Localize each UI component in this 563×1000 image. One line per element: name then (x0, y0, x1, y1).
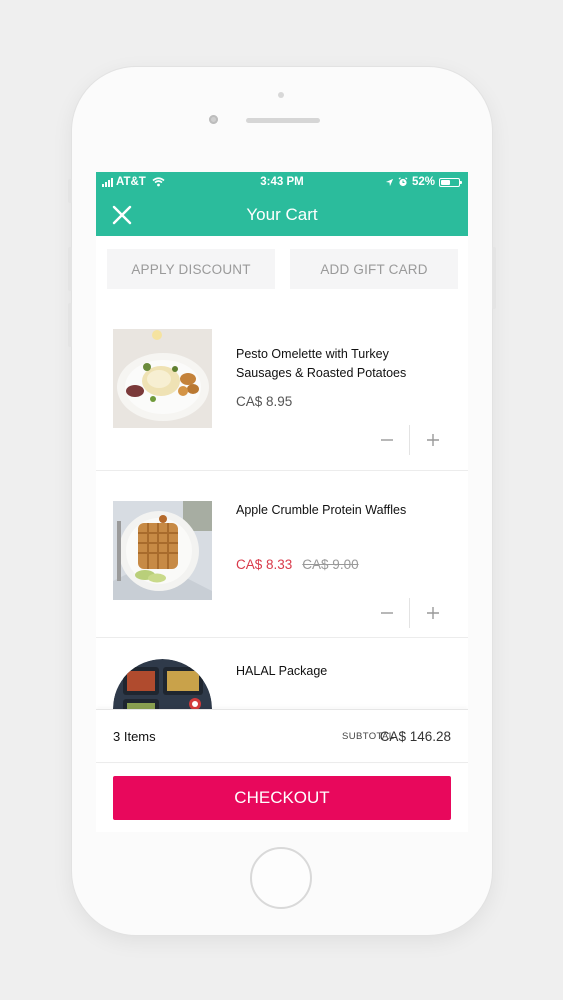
quantity-stepper (372, 598, 442, 628)
home-button[interactable] (250, 847, 312, 909)
item-name[interactable]: HALAL Package (236, 662, 436, 681)
item-price-group: CA$ 8.33 CA$ 9.00 (236, 557, 359, 572)
proximity-sensor (278, 92, 284, 98)
stepper-divider (409, 425, 410, 455)
nav-bar: Your Cart (96, 194, 468, 236)
volume-up-button (68, 247, 72, 291)
battery-icon (439, 177, 462, 187)
cart-item: Pesto Omelette with Turkey Sausages & Ro… (96, 297, 468, 471)
item-price: CA$ 8.95 (236, 394, 293, 409)
quantity-stepper (372, 425, 442, 455)
increase-quantity-icon[interactable] (418, 425, 448, 455)
apply-discount-button[interactable]: APPLY DISCOUNT (107, 249, 275, 289)
battery-percent: 52% (411, 176, 435, 188)
checkout-button[interactable]: CHECKOUT (113, 776, 451, 820)
earpiece-speaker (246, 118, 320, 123)
volume-down-button (68, 303, 72, 347)
stepper-divider (409, 598, 410, 628)
divider (96, 762, 468, 763)
app-screen: AT&T 3:43 PM 52% Your Cart APPLY DISCOUN… (96, 172, 468, 832)
alarm-icon (398, 177, 408, 187)
location-arrow-icon (385, 178, 394, 186)
subtotal-value: CA$ 146.28 (379, 729, 451, 744)
cart-actions: APPLY DISCOUNT ADD GIFT CARD (96, 236, 468, 297)
front-camera (209, 115, 218, 124)
decrease-quantity-icon[interactable] (372, 598, 402, 628)
cart-summary: 3 Items SUBTOTAL CA$ 146.28 (96, 709, 468, 763)
item-image[interactable] (113, 501, 212, 600)
power-button (492, 247, 496, 309)
cart-item: Apple Crumble Protein Waffles CA$ 8.33 CA… (96, 470, 468, 638)
add-gift-card-button[interactable]: ADD GIFT CARD (290, 249, 458, 289)
items-count: 3 Items (113, 729, 156, 744)
status-bar: AT&T 3:43 PM 52% (96, 172, 468, 194)
item-image[interactable] (113, 329, 212, 428)
increase-quantity-icon[interactable] (418, 598, 448, 628)
item-name[interactable]: Pesto Omelette with Turkey Sausages & Ro… (236, 345, 436, 383)
page-title: Your Cart (246, 205, 318, 224)
mute-switch (68, 179, 72, 203)
decrease-quantity-icon[interactable] (372, 425, 402, 455)
item-name[interactable]: Apple Crumble Protein Waffles (236, 501, 436, 520)
original-price: CA$ 9.00 (302, 557, 359, 572)
sale-price: CA$ 8.33 (236, 557, 293, 572)
